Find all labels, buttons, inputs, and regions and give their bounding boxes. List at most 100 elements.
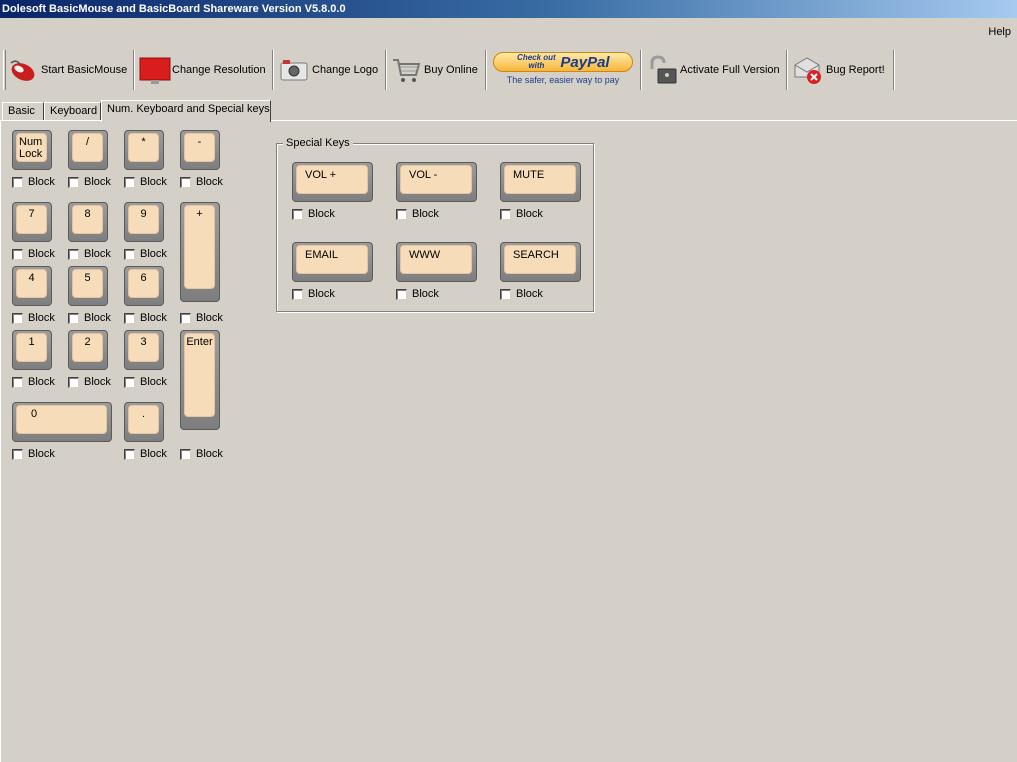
block-checkbox-7[interactable]: Block xyxy=(12,247,55,261)
block-checkbox-6[interactable]: Block xyxy=(124,311,167,325)
tab-num-keyboard-special-keys[interactable]: Num. Keyboard and Special keys xyxy=(101,100,271,122)
checkbox-box[interactable] xyxy=(12,448,23,460)
key-8[interactable]: 8 xyxy=(68,202,108,242)
toolbar-grip[interactable] xyxy=(3,50,6,90)
checkbox-box[interactable] xyxy=(180,448,191,460)
key-label: 9 xyxy=(128,205,159,234)
toolbar-separator xyxy=(485,50,487,90)
checkbox-box[interactable] xyxy=(12,312,23,324)
block-checkbox-search[interactable]: Block xyxy=(500,287,543,301)
block-checkbox-plus[interactable]: Block xyxy=(180,311,223,325)
block-checkbox-decimal[interactable]: Block xyxy=(124,447,167,461)
key-5[interactable]: 5 xyxy=(68,266,108,306)
key-2[interactable]: 2 xyxy=(68,330,108,370)
key-7[interactable]: 7 xyxy=(12,202,52,242)
key-www[interactable]: WWW xyxy=(396,242,477,282)
key-decimal[interactable]: . xyxy=(124,402,164,442)
checkbox-box[interactable] xyxy=(180,176,191,188)
checkbox-box[interactable] xyxy=(12,376,23,388)
block-checkbox-vol-down[interactable]: Block xyxy=(396,207,439,221)
camera-icon xyxy=(279,55,309,85)
monitor-icon xyxy=(139,55,171,85)
block-checkbox-2[interactable]: Block xyxy=(68,375,111,389)
block-checkbox-enter[interactable]: Block xyxy=(180,447,223,461)
block-checkbox-3[interactable]: Block xyxy=(124,375,167,389)
key-3[interactable]: 3 xyxy=(124,330,164,370)
tab-keyboard[interactable]: Keyboard xyxy=(44,102,101,121)
block-checkbox-www[interactable]: Block xyxy=(396,287,439,301)
key-label: MUTE xyxy=(504,165,576,194)
block-checkbox-email[interactable]: Block xyxy=(292,287,335,301)
key-vol-up[interactable]: VOL + xyxy=(292,162,373,202)
key-4[interactable]: 4 xyxy=(12,266,52,306)
block-checkbox-9[interactable]: Block xyxy=(124,247,167,261)
key-mute[interactable]: MUTE xyxy=(500,162,581,202)
paypal-checkout-button[interactable]: Check out with PayPal The safer, easier … xyxy=(491,50,635,88)
key-divide[interactable]: / xyxy=(68,130,108,170)
checkbox-box[interactable] xyxy=(396,208,407,220)
block-checkbox-divide[interactable]: Block xyxy=(68,175,111,189)
panel-edge xyxy=(0,121,1,762)
window-title: Dolesoft BasicMouse and BasicBoard Share… xyxy=(0,0,1017,18)
key-num-lock[interactable]: Num Lock xyxy=(12,130,52,170)
checkbox-box[interactable] xyxy=(68,176,79,188)
checkbox-box[interactable] xyxy=(124,448,135,460)
checkbox-box[interactable] xyxy=(124,176,135,188)
block-checkbox-multiply[interactable]: Block xyxy=(124,175,167,189)
toolbar-separator xyxy=(893,50,895,90)
buy-online-button[interactable]: Buy Online xyxy=(391,46,478,94)
block-checkbox-mute[interactable]: Block xyxy=(500,207,543,221)
tab-strip: Basic Keyboard Num. Keyboard and Special… xyxy=(0,100,1017,122)
key-label: 8 xyxy=(72,205,103,234)
checkbox-label: Block xyxy=(308,208,335,220)
key-6[interactable]: 6 xyxy=(124,266,164,306)
checkbox-box[interactable] xyxy=(68,312,79,324)
checkbox-box[interactable] xyxy=(12,248,23,260)
activate-full-version-button[interactable]: Activate Full Version xyxy=(647,46,780,94)
change-logo-button[interactable]: Change Logo xyxy=(279,46,378,94)
key-label: - xyxy=(184,133,215,162)
change-logo-label: Change Logo xyxy=(312,64,379,76)
key-label: 3 xyxy=(128,333,159,362)
shopping-cart-icon xyxy=(391,55,421,85)
checkbox-box[interactable] xyxy=(12,176,23,188)
block-checkbox-8[interactable]: Block xyxy=(68,247,111,261)
key-0[interactable]: 0 xyxy=(12,402,112,442)
key-search[interactable]: SEARCH xyxy=(500,242,581,282)
block-checkbox-0[interactable]: Block xyxy=(12,447,55,461)
checkbox-label: Block xyxy=(196,312,223,324)
checkbox-box[interactable] xyxy=(292,208,303,220)
menu-help[interactable]: Help xyxy=(988,26,1011,38)
toolbar-separator xyxy=(786,50,788,90)
checkbox-box[interactable] xyxy=(124,248,135,260)
key-enter[interactable]: Enter xyxy=(180,330,220,430)
checkbox-box[interactable] xyxy=(68,376,79,388)
checkbox-box[interactable] xyxy=(68,248,79,260)
start-basicmouse-button[interactable]: Start BasicMouse xyxy=(8,46,127,94)
checkbox-box[interactable] xyxy=(396,288,407,300)
key-plus[interactable]: + xyxy=(180,202,220,302)
checkbox-label: Block xyxy=(28,176,55,188)
key-1[interactable]: 1 xyxy=(12,330,52,370)
checkbox-box[interactable] xyxy=(500,288,511,300)
checkbox-box[interactable] xyxy=(124,312,135,324)
block-checkbox-5[interactable]: Block xyxy=(68,311,111,325)
checkbox-box[interactable] xyxy=(500,208,511,220)
block-checkbox-vol-up[interactable]: Block xyxy=(292,207,335,221)
key-label: 6 xyxy=(128,269,159,298)
checkbox-box[interactable] xyxy=(180,312,191,324)
key-vol-down[interactable]: VOL - xyxy=(396,162,477,202)
key-multiply[interactable]: * xyxy=(124,130,164,170)
checkbox-box[interactable] xyxy=(292,288,303,300)
block-checkbox-num-lock[interactable]: Block xyxy=(12,175,55,189)
block-checkbox-1[interactable]: Block xyxy=(12,375,55,389)
tab-basic[interactable]: Basic xyxy=(2,102,44,121)
key-9[interactable]: 9 xyxy=(124,202,164,242)
block-checkbox-4[interactable]: Block xyxy=(12,311,55,325)
checkbox-box[interactable] xyxy=(124,376,135,388)
key-minus[interactable]: - xyxy=(180,130,220,170)
block-checkbox-minus[interactable]: Block xyxy=(180,175,223,189)
change-resolution-button[interactable]: Change Resolution xyxy=(139,46,266,94)
bug-report-button[interactable]: Bug Report! xyxy=(793,46,885,94)
key-email[interactable]: EMAIL xyxy=(292,242,373,282)
